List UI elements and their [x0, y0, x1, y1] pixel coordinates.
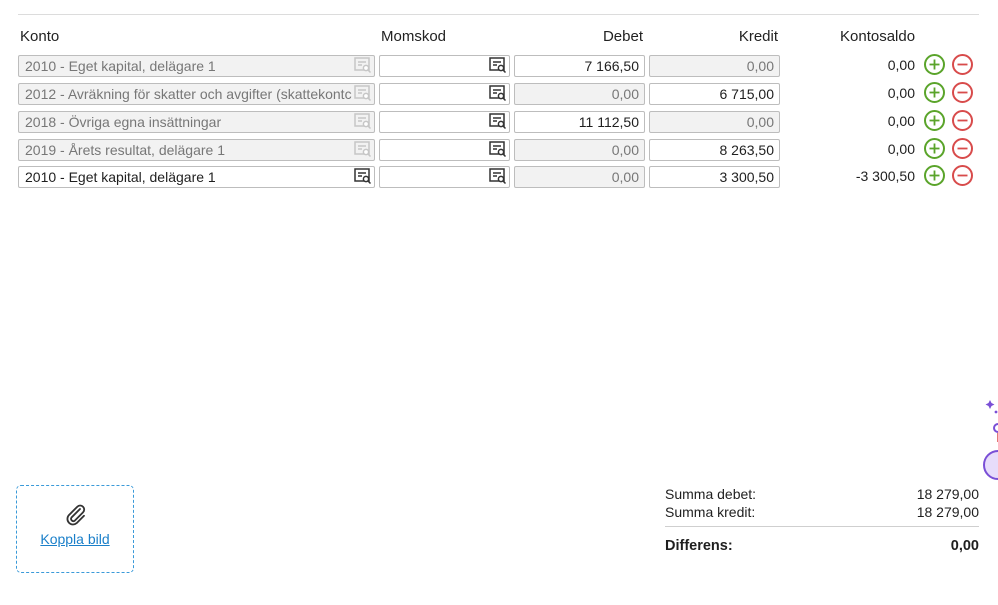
remove-row-button[interactable] [952, 110, 973, 131]
account-balance: 0,00 [887, 85, 915, 101]
header-kontosaldo: Kontosaldo [840, 28, 916, 45]
minus-icon [957, 91, 968, 94]
account-field[interactable]: 2010 - Eget kapital, delägare 1 [18, 166, 375, 188]
table-row: 2010 - Eget kapital, delägare 1 7 166,50… [0, 54, 998, 79]
credit-field[interactable]: 3 300,50 [649, 166, 780, 188]
minus-icon [957, 119, 968, 122]
summa-kredit-value: 18 279,00 [916, 504, 979, 520]
credit-field[interactable]: 6 715,00 [649, 83, 780, 105]
top-divider [18, 14, 979, 15]
summa-debet-label: Summa debet: [665, 486, 757, 502]
search-list-icon[interactable] [489, 141, 507, 158]
search-list-icon[interactable] [354, 113, 372, 130]
search-list-icon[interactable] [489, 113, 507, 130]
header-momskod: Momskod [381, 28, 447, 45]
summa-debet-value: 18 279,00 [916, 486, 979, 502]
debit-field[interactable]: 0,00 [514, 83, 645, 105]
credit-field[interactable]: 8 263,50 [649, 139, 780, 161]
minus-icon [957, 63, 968, 66]
plus-icon [929, 59, 940, 70]
attach-image-link[interactable]: Koppla bild [17, 531, 133, 547]
account-field[interactable]: 2012 - Avräkning för skatter och avgifte… [18, 83, 375, 105]
assistant-widget-icon[interactable] [980, 395, 998, 485]
plus-icon [929, 143, 940, 154]
account-balance: -3 300,50 [855, 168, 915, 184]
credit-field[interactable]: 0,00 [649, 111, 780, 133]
account-field[interactable]: 2010 - Eget kapital, delägare 1 [18, 55, 375, 77]
search-list-icon[interactable] [489, 57, 507, 74]
table-row: 2018 - Övriga egna insättningar 11 112,5… [0, 110, 998, 135]
debit-field[interactable]: 0,00 [514, 139, 645, 161]
account-field[interactable]: 2018 - Övriga egna insättningar [18, 111, 375, 133]
account-balance: 0,00 [887, 57, 915, 73]
table-row: 2010 - Eget kapital, delägare 1 0,00 3 3… [0, 165, 998, 190]
header-debet: Debet [602, 28, 643, 45]
table-row: 2019 - Årets resultat, delägare 1 0,00 8… [0, 138, 998, 163]
search-list-icon[interactable] [489, 168, 507, 185]
search-list-icon[interactable] [489, 85, 507, 102]
remove-row-button[interactable] [952, 82, 973, 103]
add-row-button[interactable] [924, 138, 945, 159]
remove-row-button[interactable] [952, 138, 973, 159]
debit-field[interactable]: 11 112,50 [514, 111, 645, 133]
account-balance: 0,00 [887, 141, 915, 157]
account-balance: 0,00 [887, 113, 915, 129]
debit-field[interactable]: 7 166,50 [514, 55, 645, 77]
plus-icon [929, 115, 940, 126]
summa-kredit-label: Summa kredit: [665, 504, 756, 520]
differens-value: 0,00 [950, 538, 979, 554]
add-row-button[interactable] [924, 165, 945, 186]
differens-label: Differens: [665, 538, 733, 554]
search-list-icon[interactable] [354, 168, 372, 185]
credit-field[interactable]: 0,00 [649, 55, 780, 77]
plus-icon [929, 170, 940, 181]
header-kredit: Kredit [738, 28, 778, 45]
add-row-button[interactable] [924, 54, 945, 75]
remove-row-button[interactable] [952, 165, 973, 186]
minus-icon [957, 147, 968, 150]
add-row-button[interactable] [924, 110, 945, 131]
minus-icon [957, 174, 968, 177]
debit-field[interactable]: 0,00 [514, 166, 645, 188]
header-konto: Konto [20, 28, 60, 45]
summary-divider [665, 526, 979, 527]
remove-row-button[interactable] [952, 54, 973, 75]
table-row: 2012 - Avräkning för skatter och avgifte… [0, 82, 998, 107]
paperclip-icon [66, 504, 86, 526]
account-field[interactable]: 2019 - Årets resultat, delägare 1 [18, 139, 375, 161]
search-list-icon[interactable] [354, 141, 372, 158]
search-list-icon[interactable] [354, 57, 372, 74]
search-list-icon[interactable] [354, 85, 372, 102]
attach-image-dropzone[interactable]: Koppla bild [16, 485, 134, 573]
plus-icon [929, 87, 940, 98]
add-row-button[interactable] [924, 82, 945, 103]
